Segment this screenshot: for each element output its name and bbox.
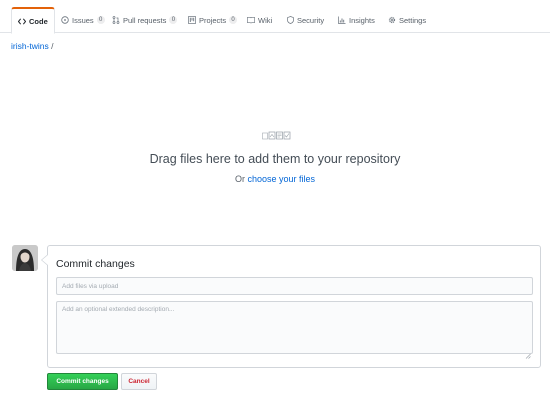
projects-counter: 0 (229, 16, 238, 24)
dropzone-heading: Drag files here to add them to your repo… (149, 152, 401, 166)
commit-description-textarea[interactable] (56, 301, 533, 354)
shield-icon (286, 16, 294, 24)
commit-changes-button[interactable]: Commit changes (47, 373, 118, 390)
tab-insights[interactable]: Insights (332, 7, 381, 33)
pull-requests-counter: 0 (169, 16, 178, 24)
tab-settings-label: Settings (399, 15, 427, 25)
tab-issues[interactable]: Issues 0 (55, 7, 111, 33)
tab-security[interactable]: Security (280, 7, 330, 33)
graph-icon (338, 16, 346, 24)
tab-pull-requests[interactable]: Pull requests 0 (106, 7, 183, 33)
tab-insights-label: Insights (349, 15, 375, 25)
dropzone-prefix: Or (234, 174, 245, 184)
commit-title: Commit changes (56, 258, 135, 270)
project-icon (188, 16, 196, 24)
breadcrumb-repo-link[interactable]: irish-twins (11, 41, 49, 51)
tab-projects-label: Projects (199, 15, 227, 25)
issue-icon (61, 16, 69, 24)
code-icon (18, 17, 26, 25)
file-types-icon (262, 127, 292, 145)
tab-projects[interactable]: Projects 0 (182, 7, 243, 33)
tab-issues-label: Issues (72, 15, 94, 25)
pull-request-icon (112, 16, 120, 24)
cancel-button[interactable]: Cancel (121, 373, 157, 390)
issues-counter: 0 (96, 16, 105, 24)
repo-nav-tabs: Code Issues 0 Pull requests 0 Projects 0… (0, 0, 550, 34)
tab-code-label: Code (29, 16, 48, 26)
resize-handle-icon[interactable] (525, 346, 531, 359)
tab-wiki[interactable]: Wiki (241, 7, 278, 33)
breadcrumb-separator: / (51, 41, 54, 51)
gear-icon (388, 16, 396, 24)
tab-settings[interactable]: Settings (382, 7, 432, 33)
book-icon (247, 16, 255, 24)
tab-code[interactable]: Code (11, 7, 55, 34)
tab-pull-requests-label: Pull requests (123, 15, 167, 25)
breadcrumb: irish-twins / (11, 41, 54, 51)
dropzone-subtext: Or choose your files (0, 174, 550, 184)
tab-security-label: Security (297, 15, 325, 25)
avatar (12, 245, 38, 271)
tab-wiki-label: Wiki (258, 15, 273, 25)
commit-summary-input[interactable] (56, 277, 533, 295)
commit-form: Commit changes (41, 245, 541, 368)
choose-files-link[interactable]: choose your files (247, 174, 315, 184)
